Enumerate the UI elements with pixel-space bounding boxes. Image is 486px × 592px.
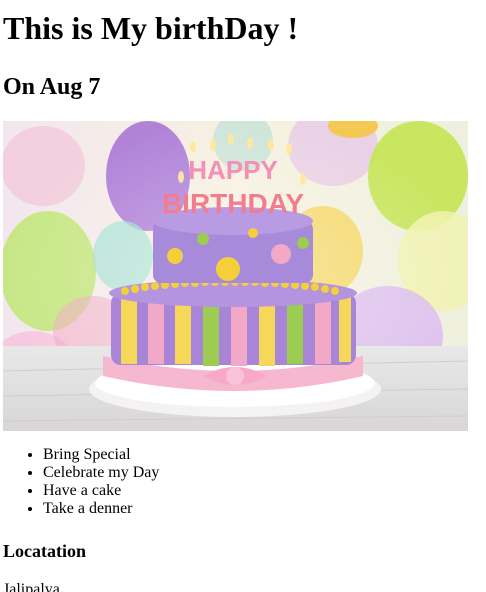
plan-list: Bring Special Celebrate my Day Have a ca…	[3, 446, 486, 518]
cake-topper-birthday: BIRTHDAY	[162, 188, 304, 219]
birthday-cake-image: HAPPY BIRTHDAY	[3, 121, 468, 431]
list-item: Bring Special	[43, 446, 486, 464]
date-heading: On Aug 7	[3, 74, 101, 100]
list-item: Have a cake	[43, 482, 486, 500]
location-value: Jalipalya	[3, 581, 60, 592]
cake-topper-happy: HAPPY	[188, 155, 278, 185]
list-item: Celebrate my Day	[43, 464, 486, 482]
location-heading: Locatation	[3, 541, 86, 561]
page-title: This is My birthDay !	[3, 10, 299, 46]
list-item: Take a denner	[43, 500, 486, 518]
